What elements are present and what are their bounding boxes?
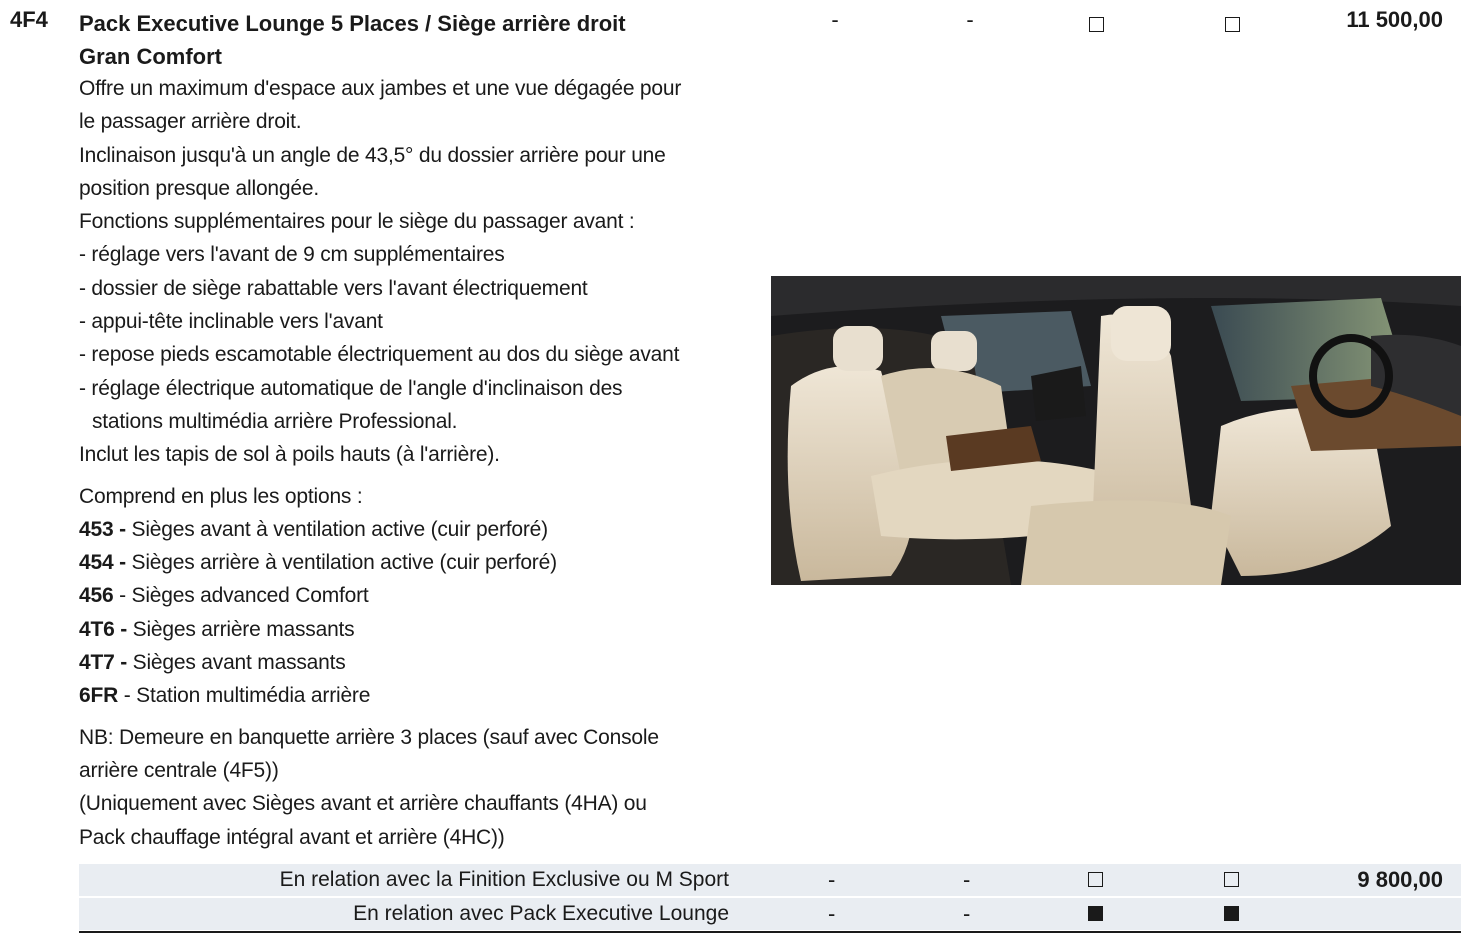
option-item-text: Sièges arrière massants (127, 617, 355, 641)
header-col3-checkbox (1076, 12, 1116, 38)
bottom-rule (79, 931, 1461, 933)
row-col1-dash: - (828, 867, 836, 892)
option-item-code: 453 - (79, 517, 126, 541)
option-item-code: 456 (79, 584, 114, 608)
desc-line: - appui-tête inclinable vers l'avant (79, 310, 383, 334)
option-item-text: Sièges arrière à ventilation active (cui… (125, 551, 558, 575)
filled-box-icon (1088, 906, 1103, 921)
price-row: En relation avec la Finition Exclusive o… (79, 864, 1461, 896)
note-line: arrière centrale (4F5)) (79, 758, 279, 782)
empty-box-icon (1224, 17, 1240, 32)
desc-line: Offre un maximum d'espace aux jambes et … (79, 77, 682, 100)
description: Offre un maximum d'espace aux jambes et … (79, 72, 739, 854)
desc-line: - réglage électrique automatique de l'an… (79, 376, 623, 400)
note-line: (Uniquement avec Sièges avant et arrière… (79, 792, 647, 816)
option-item: 456 - Sièges advanced Comfort (79, 579, 739, 612)
option-item-text: - Station multimédia arrière (118, 684, 371, 708)
header-col4-checkbox (1212, 12, 1252, 38)
option-item: 6FR - Station multimédia arrière (79, 679, 739, 712)
option-item-code: 4T7 - (79, 651, 128, 675)
empty-box-icon (1088, 872, 1103, 887)
desc-line: - dossier de siège rabattable vers l'ava… (79, 276, 588, 300)
title-line-2: Gran Comfort (79, 44, 222, 69)
option-item-code: 4T6 - (79, 617, 128, 641)
desc-line: stations multimédia arrière Professional… (92, 409, 458, 433)
includes-label: Comprend en plus les options : (79, 484, 363, 508)
row-price: 9 800,00 (1357, 867, 1443, 892)
option-item-text: Sièges avant à ventilation active (cuir … (125, 517, 549, 541)
row-col2-dash: - (963, 901, 971, 926)
option-item-code: 454 - (79, 551, 126, 575)
option-title: Pack Executive Lounge 5 Places / Siège a… (79, 7, 626, 73)
header-col2-dash: - (966, 7, 974, 32)
option-item-text: Sièges avant massants (127, 651, 346, 675)
filled-box-icon (1224, 906, 1239, 921)
interior-photo (771, 276, 1461, 585)
desc-line: Inclinaison jusqu'à un angle de 43,5° du… (79, 143, 666, 167)
option-item-text: - Sièges advanced Comfort (113, 584, 369, 608)
desc-line: le passager arrière droit. (79, 110, 302, 134)
row-col2-dash: - (963, 867, 971, 892)
desc-line: Fonctions supplémentaires pour le siège … (79, 210, 635, 234)
note-line: NB: Demeure en banquette arrière 3 place… (79, 725, 659, 749)
option-code: 4F4 (10, 7, 48, 32)
empty-box-icon (1088, 17, 1104, 32)
desc-line: Inclut les tapis de sol à poils hauts (à… (79, 443, 500, 467)
option-item: 454 - Sièges arrière à ventilation activ… (79, 546, 739, 579)
desc-line: - repose pieds escamotable électriquemen… (79, 343, 680, 367)
desc-line: - réglage vers l'avant de 9 cm supplémen… (79, 243, 505, 267)
option-item: 4T6 - Sièges arrière massants (79, 613, 739, 646)
row-col1-dash: - (828, 901, 836, 926)
row-label: En relation avec Pack Executive Lounge (353, 902, 729, 925)
title-line-1: Pack Executive Lounge 5 Places / Siège a… (79, 11, 626, 36)
note-line: Pack chauffage intégral avant et arrière… (79, 825, 505, 849)
option-item: 4T7 - Sièges avant massants (79, 646, 739, 679)
option-item: 453 - Sièges avant à ventilation active … (79, 513, 739, 546)
header-price: 11 500,00 (1346, 7, 1443, 32)
desc-line: position presque allongée. (79, 176, 319, 200)
option-item-code: 6FR (79, 684, 119, 708)
row-divider (79, 896, 1461, 897)
row-label: En relation avec la Finition Exclusive o… (279, 868, 729, 891)
header-col1-dash: - (831, 7, 839, 32)
price-row: En relation avec Pack Executive Lounge -… (79, 898, 1461, 930)
empty-box-icon (1224, 872, 1239, 887)
